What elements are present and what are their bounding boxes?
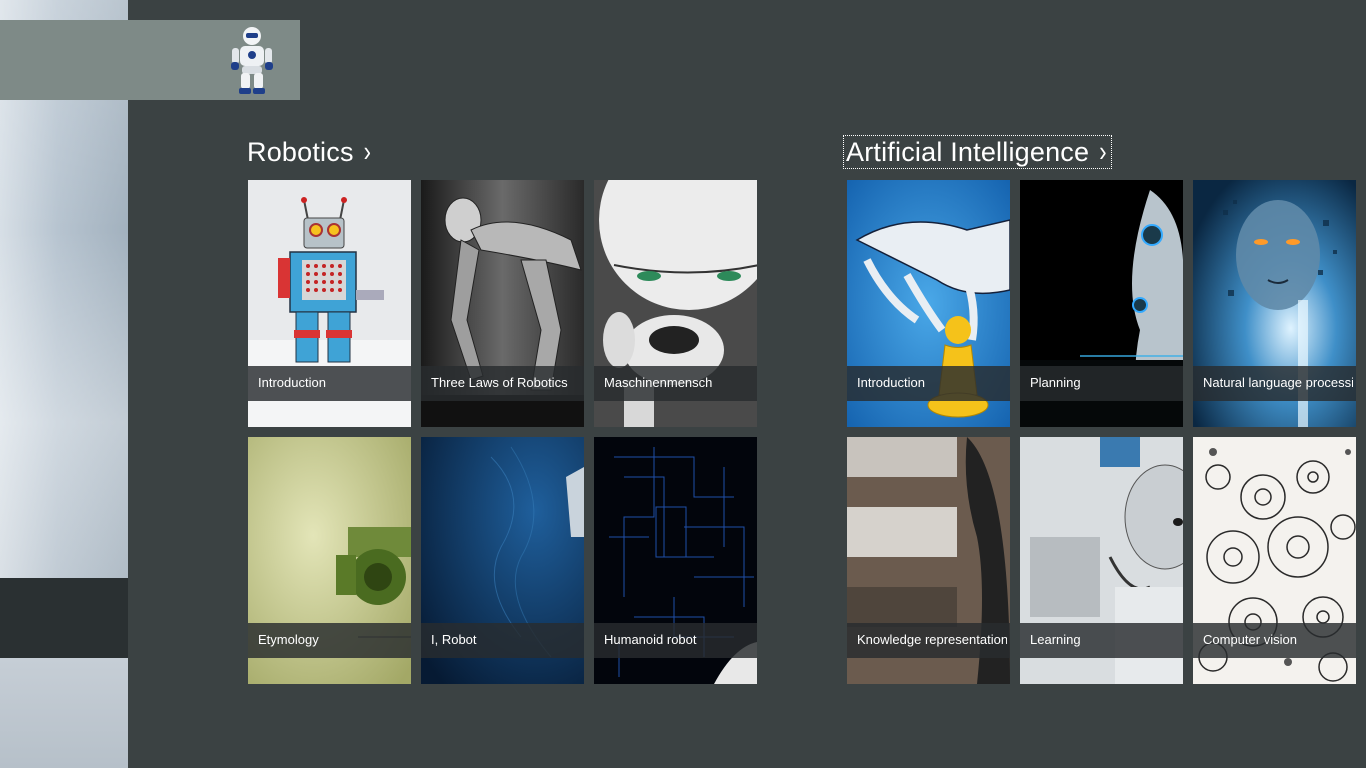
tile-robotics-etymology[interactable]: Etymology xyxy=(248,437,411,684)
tile-caption: Introduction xyxy=(248,366,411,401)
tile-label: Computer vision xyxy=(1203,632,1297,647)
tile-label: Introduction xyxy=(857,375,925,390)
tile-robotics-introduction[interactable]: Introduction xyxy=(248,180,411,427)
tile-label: Knowledge representation xyxy=(857,632,1007,647)
tile-caption: Natural language processing xyxy=(1193,366,1356,401)
tile-ai-knowledge-representation[interactable]: Knowledge representation xyxy=(847,437,1010,684)
tile-label: Maschinenmensch xyxy=(604,375,713,390)
tile-label: Natural language processing xyxy=(1203,375,1353,390)
robot-logo-icon xyxy=(231,27,273,94)
tile-label: Humanoid robot xyxy=(604,632,697,647)
tile-label: Three Laws of Robotics xyxy=(431,375,568,390)
tile-ai-planning[interactable]: Planning xyxy=(1020,180,1183,427)
strip-floor xyxy=(0,658,128,768)
left-background-strip xyxy=(0,0,128,768)
tile-caption: Humanoid robot xyxy=(594,623,757,658)
chevron-right-icon: › xyxy=(1099,135,1107,168)
tile-caption: Knowledge representation xyxy=(847,623,1010,658)
tile-robotics-three-laws[interactable]: Three Laws of Robotics xyxy=(421,180,584,427)
group-header-robotics[interactable]: Robotics › xyxy=(247,135,372,168)
group-title-artificial-intelligence: Artificial Intelligence xyxy=(846,136,1090,167)
tile-label: Learning xyxy=(1030,632,1081,647)
tile-caption: Learning xyxy=(1020,623,1183,658)
tile-caption: I, Robot xyxy=(421,623,584,658)
tile-ai-learning[interactable]: Learning xyxy=(1020,437,1183,684)
tile-caption: Three Laws of Robotics xyxy=(421,366,584,401)
tile-label: I, Robot xyxy=(431,632,477,647)
chevron-right-icon: › xyxy=(363,135,372,168)
group-title-robotics: Robotics xyxy=(247,136,354,167)
group-header-artificial-intelligence[interactable]: Artificial Intelligence › xyxy=(843,135,1112,169)
tile-robotics-i-robot[interactable]: I, Robot xyxy=(421,437,584,684)
tile-ai-computer-vision[interactable]: Computer vision xyxy=(1193,437,1356,684)
strip-dark-band xyxy=(0,578,128,658)
tile-caption: Planning xyxy=(1020,366,1183,401)
tile-caption: Introduction xyxy=(847,366,1010,401)
tile-ai-nlp[interactable]: Natural language processing xyxy=(1193,180,1356,427)
tile-label: Planning xyxy=(1030,375,1081,390)
tile-ai-introduction[interactable]: Introduction xyxy=(847,180,1010,427)
tile-caption: Etymology xyxy=(248,623,411,658)
tile-robotics-maschinenmensch[interactable]: Maschinenmensch xyxy=(594,180,757,427)
tile-caption: Maschinenmensch xyxy=(594,366,757,401)
tile-robotics-humanoid[interactable]: Humanoid robot xyxy=(594,437,757,684)
tile-label: Introduction xyxy=(258,375,326,390)
tile-caption: Computer vision xyxy=(1193,623,1356,658)
header-banner xyxy=(0,20,300,100)
tile-label: Etymology xyxy=(258,632,319,647)
